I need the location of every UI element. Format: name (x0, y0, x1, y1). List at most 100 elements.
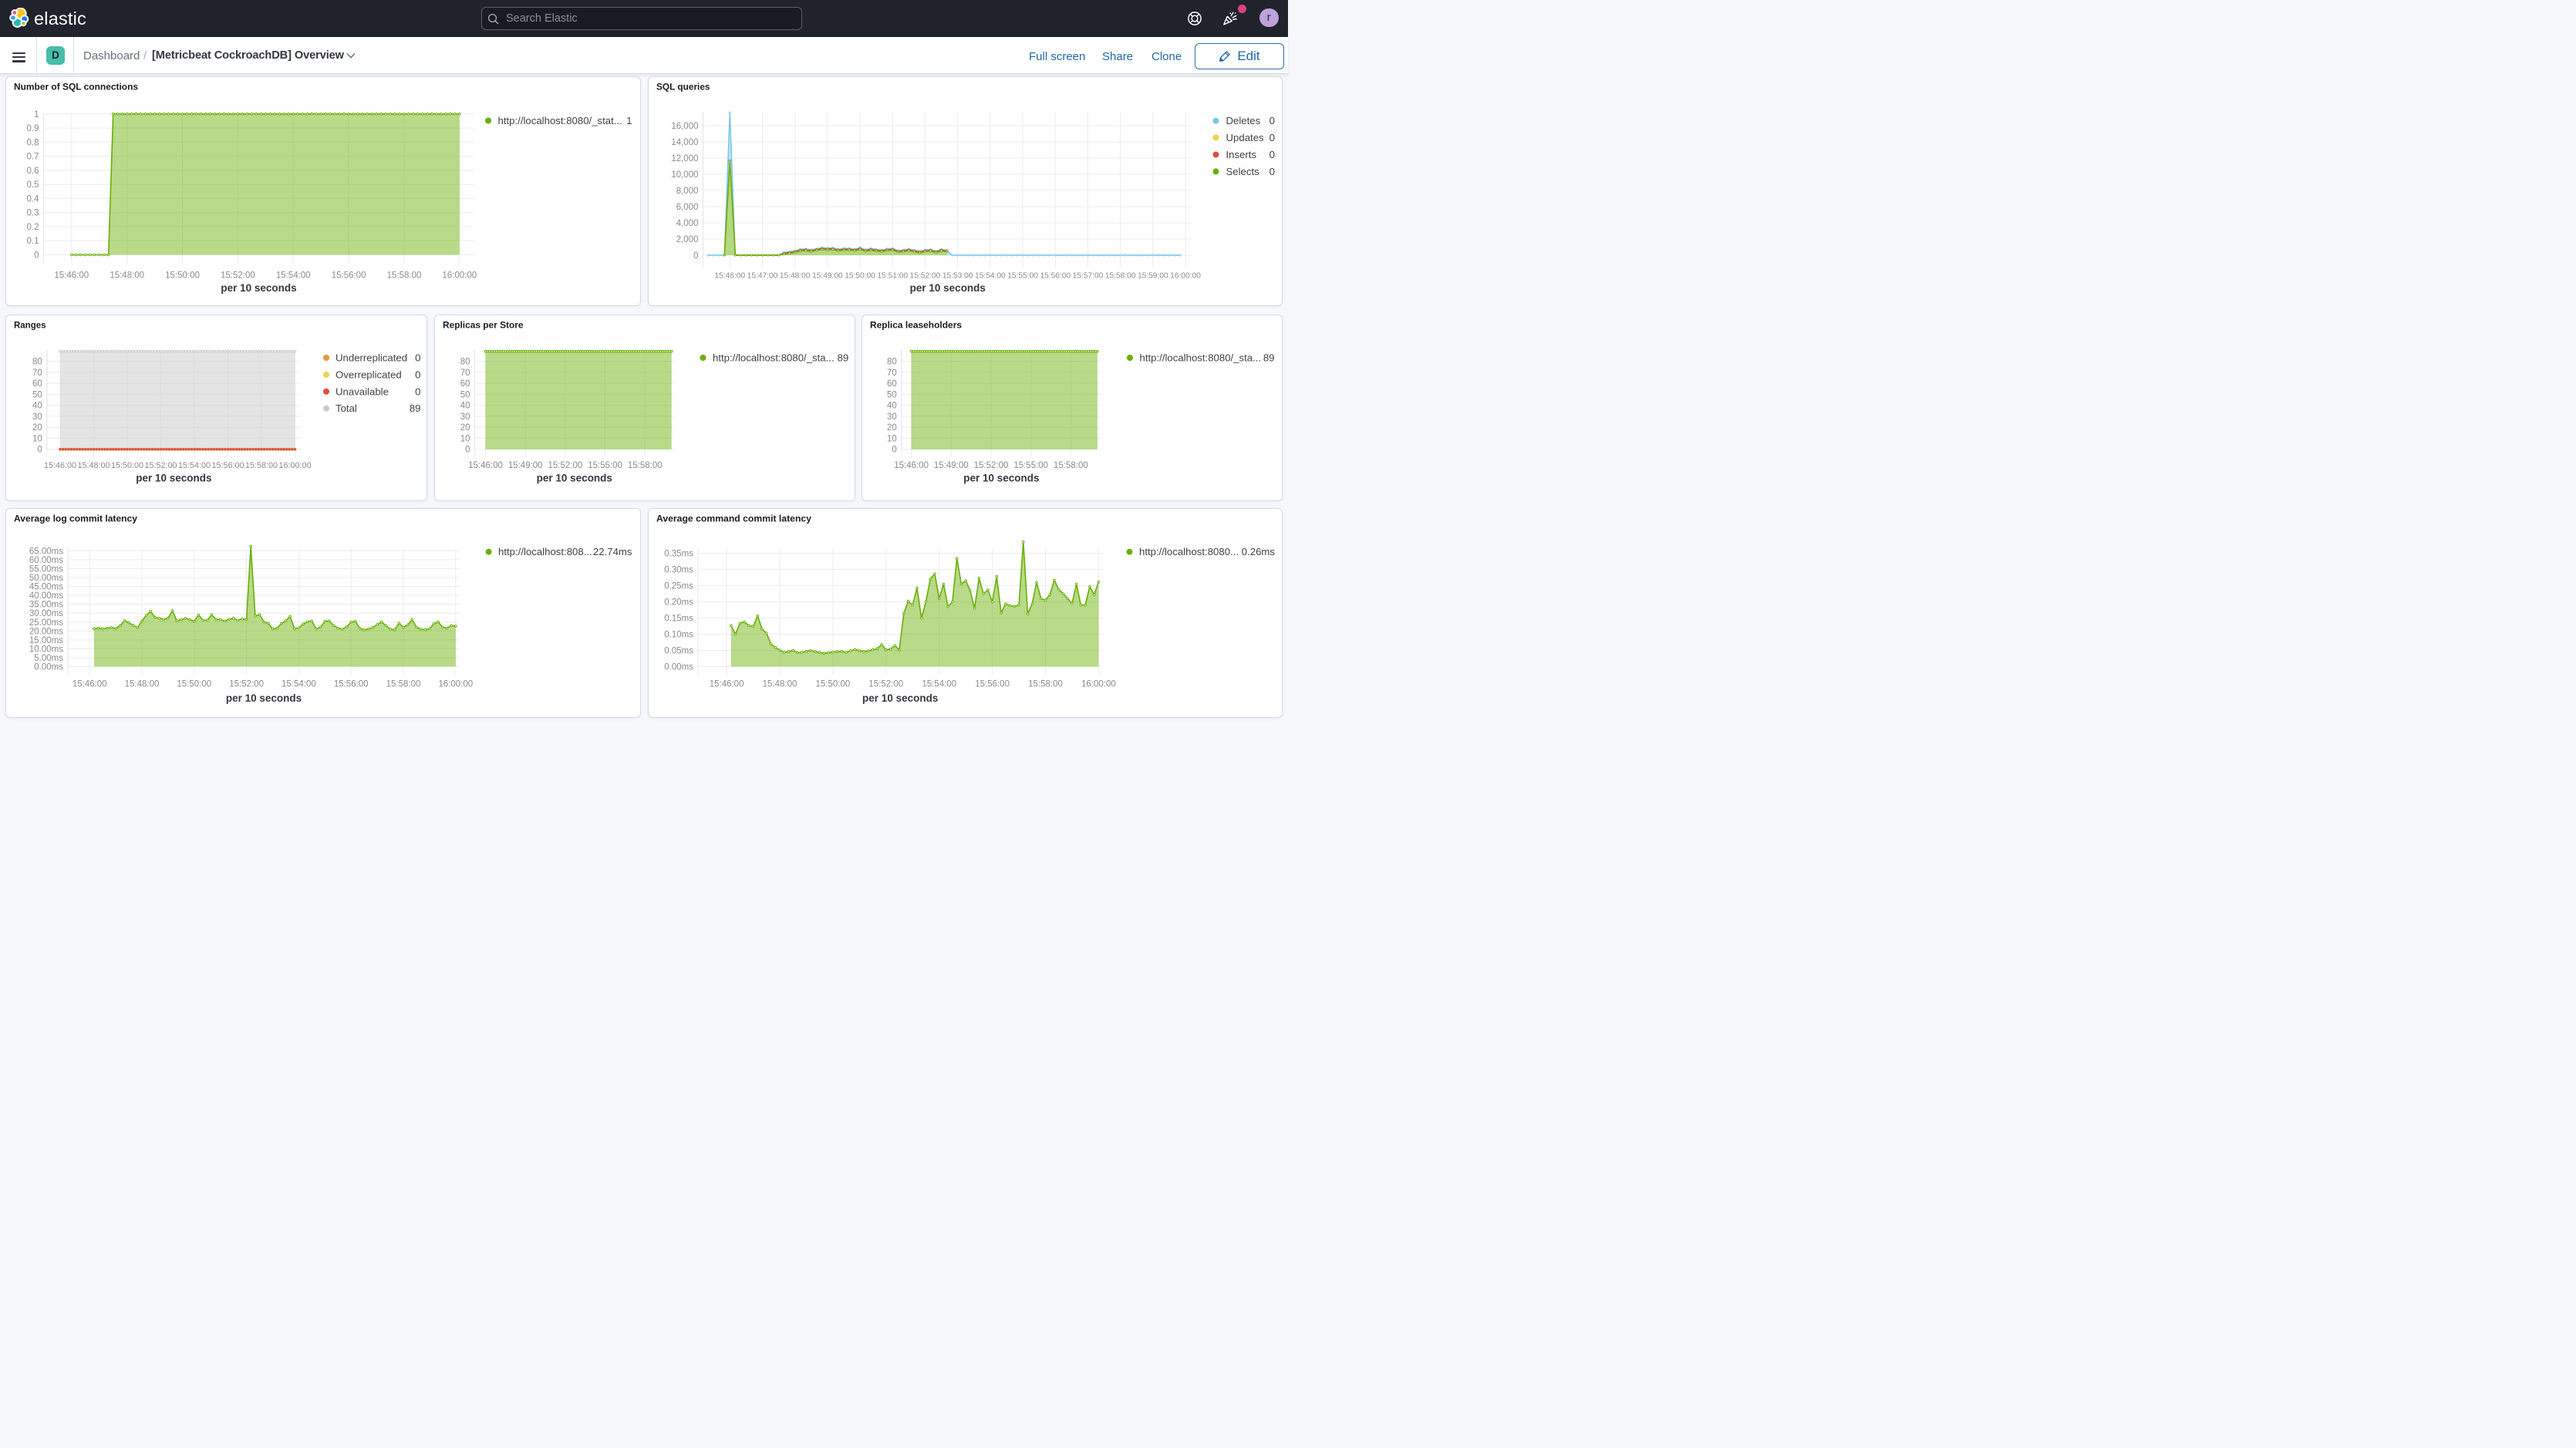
svg-text:22.74ms: 22.74ms (593, 546, 632, 557)
svg-text:30.00ms: 30.00ms (29, 609, 63, 618)
svg-text:0.00ms: 0.00ms (664, 663, 693, 672)
svg-text:Replicas per Store: Replicas per Store (443, 320, 524, 331)
svg-text:12,000: 12,000 (671, 154, 698, 163)
svg-text:http://localhost:808...: http://localhost:808... (498, 546, 592, 557)
svg-text:16,000: 16,000 (671, 122, 698, 131)
svg-text:15:58:00: 15:58:00 (627, 461, 662, 470)
svg-text:15:52:00: 15:52:00 (229, 680, 264, 689)
svg-text:10: 10 (460, 434, 470, 443)
svg-text:per 10 seconds: per 10 seconds (963, 473, 1039, 484)
svg-text:Updates: Updates (1226, 132, 1264, 143)
svg-text:0.30ms: 0.30ms (664, 566, 693, 575)
svg-text:20: 20 (32, 423, 42, 433)
svg-text:15:48:00: 15:48:00 (77, 461, 110, 470)
svg-text:Underreplicated: Underreplicated (335, 352, 407, 364)
svg-text:40.00ms: 40.00ms (29, 591, 63, 601)
svg-text:60: 60 (887, 379, 897, 389)
svg-text:15:50:00: 15:50:00 (111, 461, 143, 470)
svg-text:30: 30 (32, 413, 42, 422)
svg-text:15:56:00: 15:56:00 (975, 680, 1010, 689)
svg-text:60: 60 (460, 379, 470, 389)
svg-text:50: 50 (887, 390, 897, 399)
svg-text:15:52:00: 15:52:00 (221, 271, 255, 281)
svg-text:25.00ms: 25.00ms (29, 618, 63, 628)
svg-text:30: 30 (460, 413, 470, 422)
svg-text:per 10 seconds: per 10 seconds (909, 282, 985, 294)
svg-text:Unavailable: Unavailable (335, 386, 389, 397)
svg-text:0: 0 (892, 446, 896, 455)
svg-text:Total: Total (335, 402, 357, 414)
svg-text:15:57:00: 15:57:00 (1072, 272, 1103, 281)
svg-text:0.35ms: 0.35ms (664, 550, 693, 559)
svg-text:15:54:00: 15:54:00 (922, 680, 956, 689)
svg-text:per 10 seconds: per 10 seconds (862, 692, 938, 704)
svg-text:0: 0 (415, 352, 420, 364)
svg-text:15:46:00: 15:46:00 (44, 461, 76, 470)
svg-text:15:49:00: 15:49:00 (812, 272, 843, 281)
svg-text:15.00ms: 15.00ms (29, 636, 63, 645)
svg-text:5.00ms: 5.00ms (34, 654, 63, 663)
svg-text:0.5: 0.5 (27, 180, 39, 190)
svg-text:15:54:00: 15:54:00 (282, 680, 316, 689)
svg-text:Ranges: Ranges (14, 320, 46, 331)
svg-text:15:58:00: 15:58:00 (1104, 272, 1135, 281)
svg-text:0.20ms: 0.20ms (664, 598, 693, 608)
svg-text:60: 60 (32, 379, 42, 389)
svg-text:10: 10 (32, 434, 42, 443)
svg-text:0.4: 0.4 (27, 194, 40, 204)
svg-text:Selects: Selects (1226, 166, 1259, 177)
svg-text:16:00:00: 16:00:00 (438, 680, 473, 689)
svg-text:15:50:00: 15:50:00 (845, 272, 875, 281)
svg-text:15:54:00: 15:54:00 (178, 461, 211, 470)
svg-text:40: 40 (460, 402, 470, 411)
svg-text:0: 0 (1269, 115, 1274, 126)
svg-text:0: 0 (465, 446, 470, 455)
svg-text:0.1: 0.1 (27, 237, 39, 246)
svg-text:40: 40 (32, 402, 42, 411)
svg-text:15:46:00: 15:46:00 (54, 271, 89, 281)
svg-text:8,000: 8,000 (676, 187, 698, 196)
svg-text:20: 20 (887, 423, 897, 433)
svg-text:2,000: 2,000 (676, 235, 698, 244)
svg-text:15:51:00: 15:51:00 (877, 272, 908, 281)
svg-text:0.05ms: 0.05ms (664, 647, 693, 656)
svg-text:15:48:00: 15:48:00 (779, 272, 810, 281)
svg-text:15:52:00: 15:52:00 (144, 461, 177, 470)
svg-text:per 10 seconds: per 10 seconds (136, 473, 211, 484)
svg-text:15:55:00: 15:55:00 (1007, 272, 1038, 281)
svg-text:30: 30 (887, 413, 897, 422)
svg-text:15:56:00: 15:56:00 (211, 461, 244, 470)
svg-text:15:53:00: 15:53:00 (942, 272, 973, 281)
svg-text:0: 0 (34, 251, 39, 261)
svg-text:per 10 seconds: per 10 seconds (221, 282, 296, 294)
svg-text:10.00ms: 10.00ms (29, 645, 63, 654)
svg-text:16:00:00: 16:00:00 (1170, 272, 1201, 281)
svg-text:Average command commit latency: Average command commit latency (656, 514, 811, 524)
svg-text:Inserts: Inserts (1226, 149, 1256, 160)
svg-text:15:59:00: 15:59:00 (1138, 272, 1168, 281)
svg-text:0: 0 (37, 446, 42, 455)
svg-text:15:56:00: 15:56:00 (1040, 272, 1071, 281)
svg-text:15:48:00: 15:48:00 (110, 271, 144, 281)
svg-text:89: 89 (410, 402, 421, 414)
svg-text:15:49:00: 15:49:00 (934, 461, 969, 470)
svg-text:70: 70 (887, 369, 897, 378)
svg-text:0.7: 0.7 (27, 153, 39, 162)
svg-text:4,000: 4,000 (676, 219, 698, 228)
svg-text:http://localhost:8080...: http://localhost:8080... (1139, 546, 1239, 557)
svg-text:50.00ms: 50.00ms (29, 574, 63, 583)
svg-text:15:47:00: 15:47:00 (747, 272, 777, 281)
svg-text:15:55:00: 15:55:00 (1013, 461, 1048, 470)
svg-text:15:58:00: 15:58:00 (245, 461, 278, 470)
svg-text:0: 0 (1269, 149, 1274, 160)
svg-text:1: 1 (34, 110, 39, 120)
svg-text:15:46:00: 15:46:00 (72, 680, 107, 689)
svg-text:0: 0 (1269, 166, 1274, 177)
svg-text:Overreplicated: Overreplicated (335, 369, 402, 380)
svg-text:15:54:00: 15:54:00 (276, 271, 311, 281)
svg-text:1: 1 (626, 115, 632, 126)
svg-text:0.9: 0.9 (27, 124, 39, 133)
svg-text:http://localhost:8080/_stat...: http://localhost:8080/_stat... (498, 115, 622, 126)
svg-text:SQL queries: SQL queries (656, 82, 710, 93)
svg-text:80: 80 (887, 358, 897, 367)
